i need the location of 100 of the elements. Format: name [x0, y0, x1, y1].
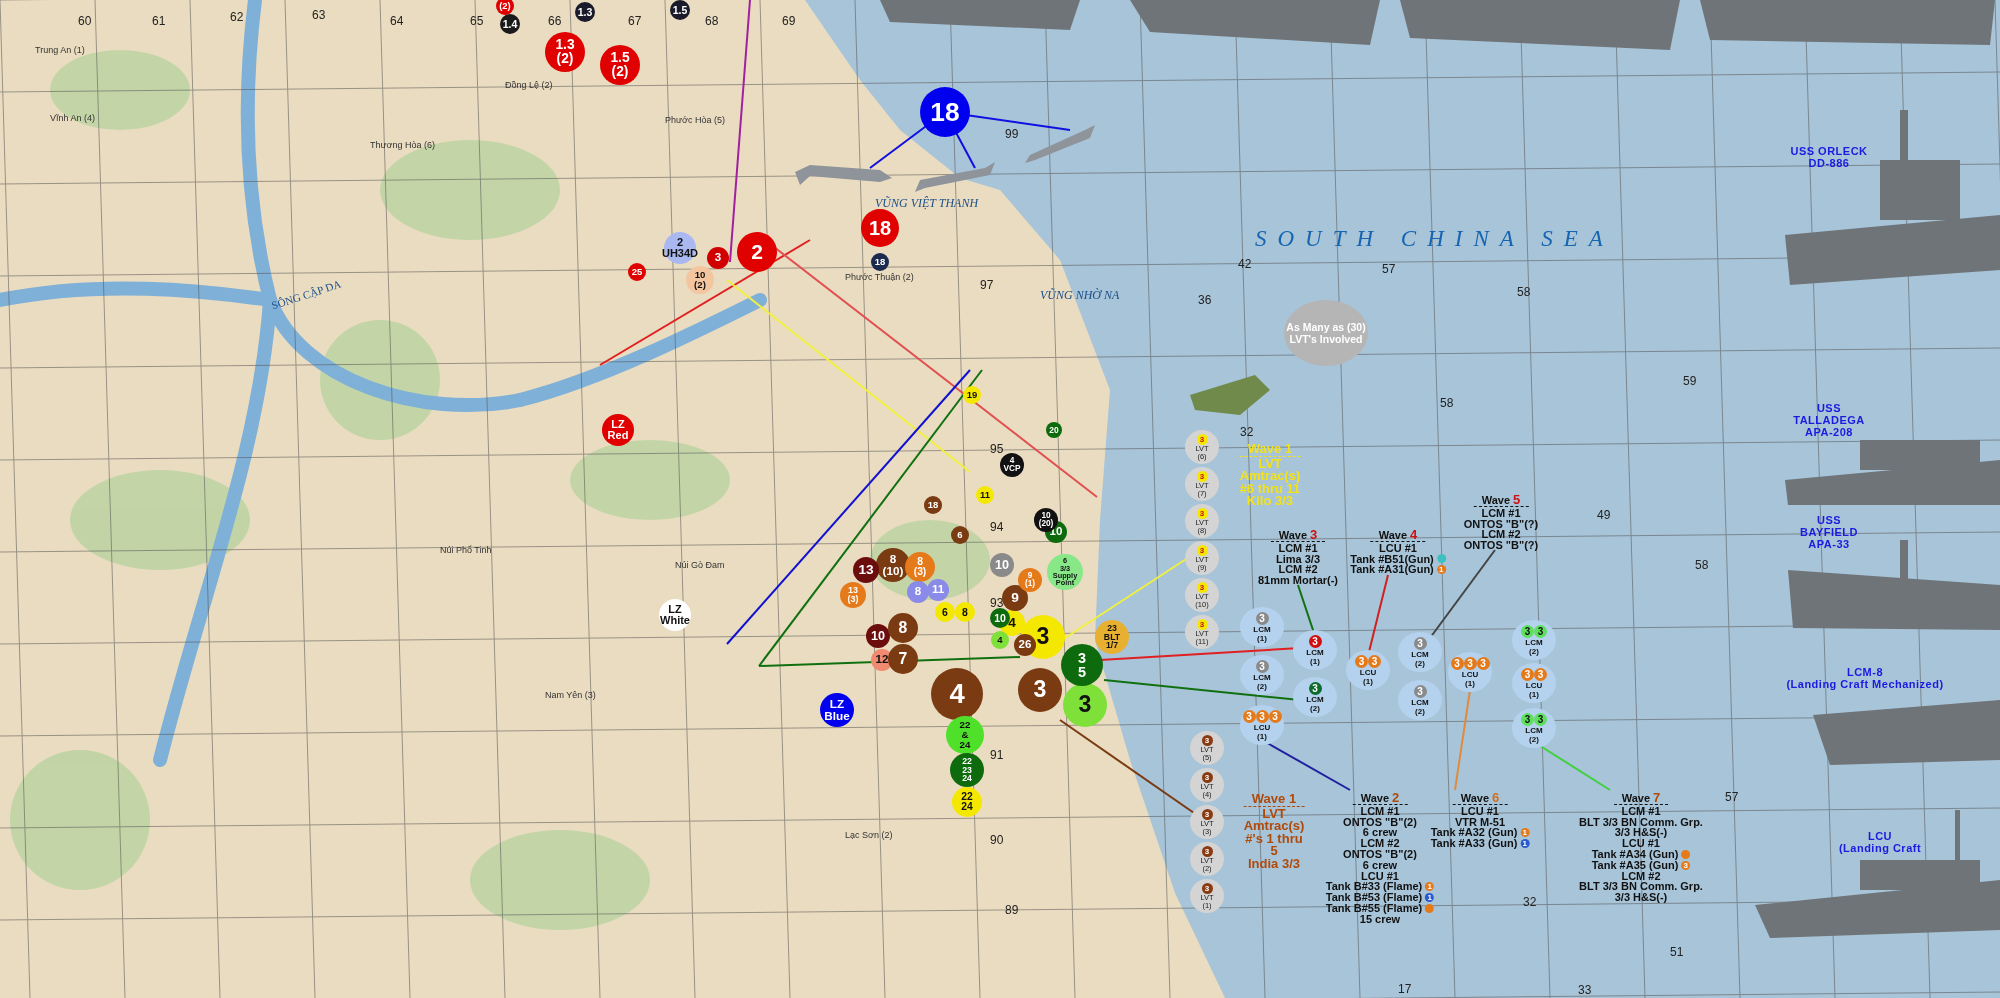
wave-title: Wave 4 [1370, 530, 1426, 542]
wave-detail: Tank #A32 (Gun) [1430, 827, 1518, 839]
grid-number: 36 [1198, 293, 1212, 307]
wave-detail: BLT 3/3 BN Comm. Grp. [1579, 816, 1703, 828]
wave-detail: VTR M-51 [1454, 816, 1506, 828]
wave-detail: LCM #1 [1360, 805, 1400, 817]
grid-number: 49 [1597, 508, 1611, 522]
wave-detail: LVT [1258, 457, 1282, 470]
grid-number: 99 [1005, 127, 1019, 141]
wave-detail: LCM #2 [1278, 564, 1318, 576]
grid-number: 58 [1517, 285, 1531, 299]
ship-label: USS BAYFIELD APA-33 [1800, 514, 1858, 550]
wave-title: Wave 7 [1613, 793, 1669, 805]
wave-title: Wave 1 [1239, 443, 1301, 457]
place-name: Phước Hòa (5) [665, 115, 725, 125]
wave-detail: India 3/3 [1248, 857, 1300, 870]
grid-number: 61 [152, 14, 166, 28]
place-name: SÔNG CẬP DA [270, 277, 343, 312]
wave-detail: 81mm Mortar(-) [1257, 575, 1339, 586]
wave-detail: 6 crew [1362, 859, 1398, 871]
place-name: Đồng Lệ (2) [505, 80, 553, 90]
ship-label: LCU (Landing Craft [1838, 830, 1922, 854]
wave-detail: Tank B#33 (Flame) [1325, 881, 1423, 893]
grid-number: 57 [1382, 262, 1396, 276]
wave-detail: LCM #1 [1621, 805, 1661, 817]
wave-detail: LCU #1 [1461, 805, 1499, 817]
grid-number: 89 [1005, 903, 1019, 917]
wave-detail: Tank #A33 (Gun) [1430, 838, 1518, 849]
place-name: Nam Yên (3) [545, 690, 596, 700]
place-name: Núi Phổ Tinh [440, 545, 492, 555]
place-name: Lạc Sơn (2) [845, 830, 893, 840]
wave-title: Wave 6 [1452, 793, 1508, 805]
place-name: Thương Hòa (6) [370, 140, 435, 150]
wave-detail: 15 crew [1359, 913, 1401, 925]
wave-detail: 6 crew [1362, 827, 1398, 839]
wave-detail: ONTOS "B"(?) [1463, 540, 1539, 551]
place-name: Núi Gò Đam [675, 560, 725, 570]
wave-detail: 5 [1270, 845, 1278, 858]
grid-number: 69 [782, 14, 796, 28]
unit-badge: 1 [1436, 565, 1446, 575]
grid-number: 17 [1398, 982, 1412, 996]
wave-detail: #6 thru 11 [1239, 482, 1301, 495]
grid-number: 58 [1440, 396, 1454, 410]
wave-detail: Amtrac(s) [1239, 470, 1301, 483]
wave-detail: Tank B#55 (Flame) [1325, 902, 1423, 914]
wave-detail: LCU #1 [1379, 542, 1417, 554]
wave-detail: LCU #1 [1361, 870, 1399, 882]
wave-detail: LCM #2 [1481, 529, 1521, 541]
grid-number: 60 [78, 14, 92, 28]
grid-number: 94 [990, 520, 1004, 534]
place-name: Trung An (1) [35, 45, 85, 55]
grid-number: 90 [990, 833, 1004, 847]
wave-detail: 3/3 H&S(-) [1614, 827, 1668, 839]
wave-detail: Amtrac(s) [1243, 820, 1305, 833]
grid-number: 58 [1695, 558, 1709, 572]
wave-detail: Tank #A31(Gun) [1350, 564, 1434, 576]
unit-badge: 3 [1681, 860, 1691, 870]
unit-badge: 1 [1425, 893, 1435, 903]
grid-number: 65 [470, 14, 484, 28]
wave-detail: Tank B#53 (Flame) [1325, 892, 1423, 903]
wave-detail: LCM #2 [1360, 838, 1400, 849]
place-name: VŨNG NHỜ NA [1040, 288, 1120, 303]
wave-title: Wave 1 [1243, 793, 1305, 807]
ship-label: USS TALLADEGA APA-208 [1793, 402, 1865, 438]
grid-number: 64 [390, 14, 404, 28]
place-name: VŨNG VIỆT THANH [875, 196, 979, 211]
grid-number: 66 [548, 14, 562, 28]
place-name: Vĩnh An (4) [50, 113, 96, 123]
unit-badge: 1 [1520, 828, 1530, 838]
grid-number: 93 [990, 596, 1004, 610]
wave-title: Wave 2 [1352, 793, 1408, 805]
grid-number: 33 [1578, 983, 1592, 997]
ship-label: USS ORLECK DD-886 [1790, 145, 1868, 169]
sea-name: SOUTH CHINA SEA [1255, 226, 1614, 252]
grid-number: 62 [230, 10, 244, 24]
grid-number: 91 [990, 748, 1004, 762]
grid-number: 67 [628, 14, 642, 28]
unit-badge: 1 [1520, 839, 1530, 849]
grid-number: 63 [312, 8, 326, 22]
wave-title: Wave 5 [1473, 495, 1529, 507]
grid-number: 57 [1725, 790, 1739, 804]
wave-detail: LCM #1 [1278, 542, 1318, 554]
grid-number: 97 [980, 278, 994, 292]
wave-detail: Lima 3/3 [1276, 553, 1320, 565]
wave-detail: BLT 3/3 BN Comm. Grp. [1579, 881, 1703, 893]
wave-detail: LCM #1 [1481, 507, 1521, 519]
wave-detail: #'s 1 thru [1245, 832, 1303, 845]
wave-detail: Kilo 3/3 [1246, 495, 1294, 508]
grid-number: 42 [1238, 257, 1252, 271]
unit-badge: 1 [1425, 882, 1435, 892]
grid-number: 32 [1240, 425, 1254, 439]
ship-label: LCM-8 (Landing Craft Mechanized) [1786, 666, 1944, 690]
wave-detail: LVT [1262, 807, 1286, 820]
grid-number: 32 [1523, 895, 1537, 909]
wave-detail: Tank #A34 (Gun) [1591, 849, 1679, 860]
wave-detail: ONTOS "B"(2) [1343, 816, 1417, 828]
grid-number: 51 [1670, 945, 1684, 959]
wave-detail: ONTOS "B"(2) [1343, 849, 1417, 860]
wave-detail: Tank #B51(Gun) [1350, 553, 1434, 565]
wave-detail: ONTOS "B"(?) [1463, 518, 1539, 530]
